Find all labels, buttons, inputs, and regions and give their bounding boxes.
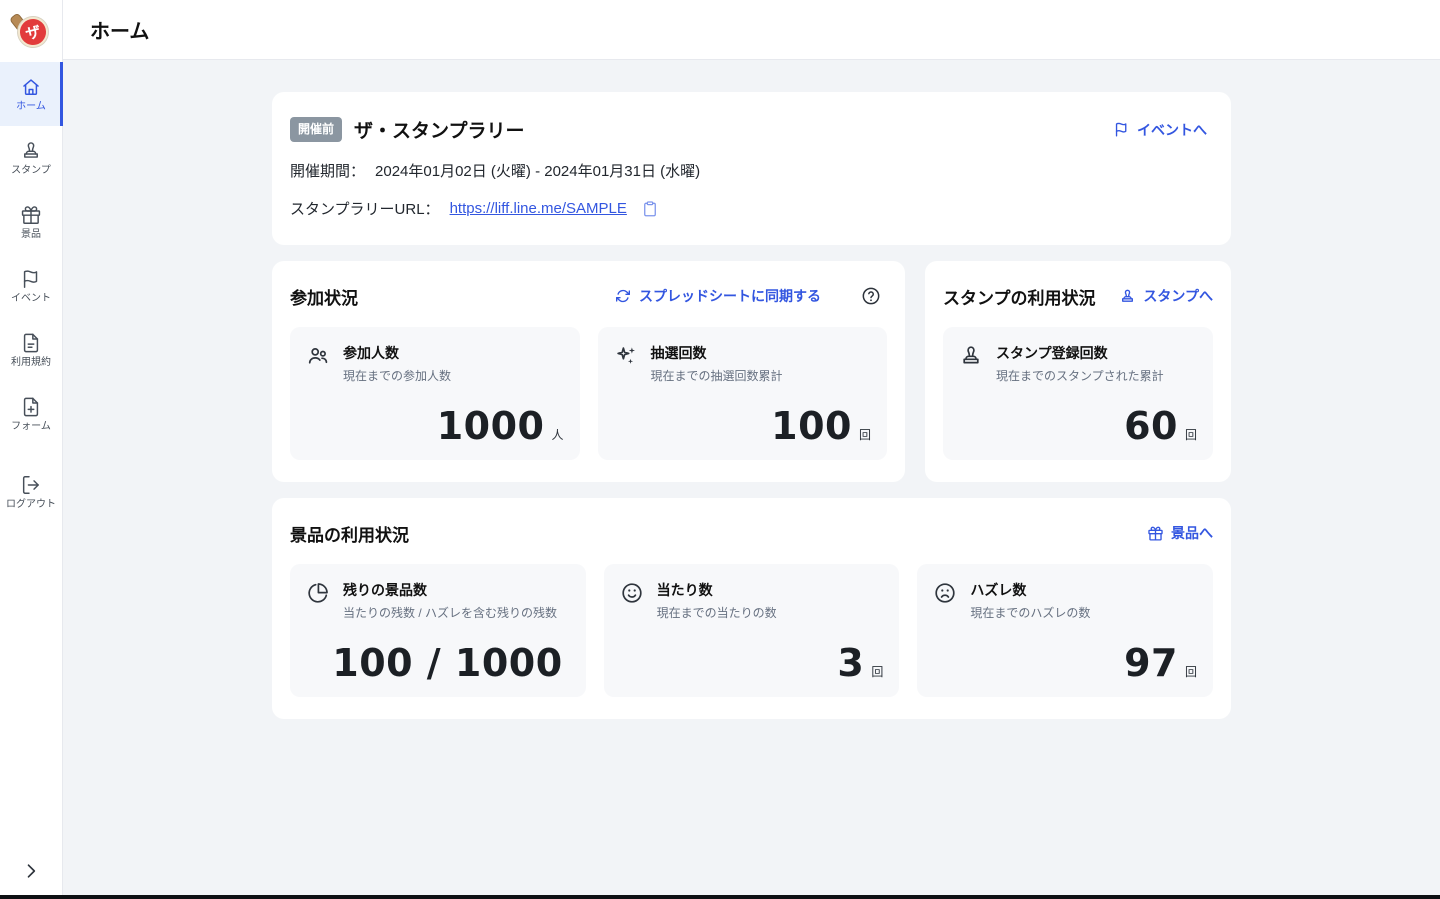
chevron-right-icon (21, 861, 41, 881)
main-column: ホーム 開催前 ザ・スタンプラリー イベントへ 開催期間： (63, 0, 1440, 899)
event-url-label: スタンプラリーURL： (290, 198, 440, 219)
sync-icon (615, 288, 631, 304)
stat-value: 3回 (620, 641, 884, 685)
stat-tile-wins: 当たり数 現在までの当たりの数 3回 (604, 564, 900, 697)
clipboard-icon (641, 200, 659, 218)
stat-tile-losses: ハズレ数 現在までのハズレの数 97回 (917, 564, 1213, 697)
go-to-stamp-label: スタンプへ (1143, 286, 1213, 306)
prize-usage-card: 景品の利用状況 景品へ 残りの景品数 当たりの残数 (272, 498, 1231, 719)
stamp-icon (1119, 288, 1136, 305)
event-period-value: 2024年01月02日 (火曜) - 2024年01月31日 (水曜) (375, 160, 700, 181)
document-plus-icon (20, 396, 42, 418)
stat-title: 抽選回数 (651, 343, 783, 363)
stat-subtitle: 現在までの抽選回数累計 (651, 367, 783, 384)
sidebar-item-label: ログアウト (6, 500, 56, 510)
sidebar-item-form[interactable]: フォーム (0, 382, 62, 446)
sidebar-item-label: イベント (11, 294, 51, 304)
stamp-icon (20, 140, 42, 162)
stamp-logo-icon: ザ (12, 11, 50, 49)
sidebar-item-terms[interactable]: 利用規約 (0, 318, 62, 382)
help-button[interactable] (861, 286, 881, 306)
sidebar-nav: ホーム スタンプ 景品 イベント 利用規約 フォーム (0, 62, 62, 524)
event-title: ザ・スタンプラリー (354, 116, 524, 143)
prize-usage-title: 景品の利用状況 (290, 521, 409, 546)
stat-value: 100 / 1000 (306, 641, 570, 685)
sidebar-item-home[interactable]: ホーム (0, 62, 62, 126)
document-icon (20, 332, 42, 354)
sync-spreadsheet-label: スプレッドシートに同期する (639, 286, 821, 306)
event-summary-card: 開催前 ザ・スタンプラリー イベントへ 開催期間： 2024年01月02日 (火… (272, 92, 1231, 245)
stat-value: 97回 (933, 641, 1197, 685)
smile-icon (620, 581, 644, 621)
stat-subtitle: 現在までの当たりの数 (657, 604, 777, 621)
sidebar: ザ ホーム スタンプ 景品 イベント 利用規約 (0, 0, 63, 899)
stat-tile-stamps: スタンプ登録回数 現在までのスタンプされた累計 60回 (943, 327, 1213, 460)
stamp-usage-title: スタンプの利用状況 (943, 284, 1096, 309)
gift-icon (1147, 525, 1164, 542)
go-to-event-label: イベントへ (1137, 120, 1207, 140)
stat-subtitle: 現在までのハズレの数 (970, 604, 1090, 621)
event-period-label: 開催期間： (290, 160, 365, 181)
sidebar-expand-button[interactable] (17, 857, 45, 885)
participation-card: 参加状況 スプレッドシートに同期する (272, 261, 905, 482)
stat-title: ハズレ数 (970, 580, 1090, 600)
users-icon (306, 344, 330, 384)
gift-icon (20, 204, 42, 226)
pie-chart-icon (306, 581, 330, 621)
stat-title: 残りの景品数 (343, 580, 557, 600)
go-to-prize-link[interactable]: 景品へ (1147, 523, 1213, 543)
sidebar-item-label: ホーム (16, 102, 46, 112)
app-window: ザ ホーム スタンプ 景品 イベント 利用規約 (0, 0, 1440, 899)
stat-subtitle: 当たりの残数 / ハズレを含む残りの残数 (343, 604, 557, 621)
app-logo: ザ (0, 0, 62, 60)
stat-subtitle: 現在までのスタンプされた累計 (996, 367, 1164, 384)
window-bottom-edge (0, 895, 1440, 899)
stat-value: 60回 (959, 404, 1197, 448)
stamp-rally-url-link[interactable]: https://liff.line.me/SAMPLE (450, 200, 627, 217)
stat-tile-participants: 参加人数 現在までの参加人数 1000人 (290, 327, 580, 460)
stat-value: 100回 (614, 404, 872, 448)
stat-title: 参加人数 (343, 343, 451, 363)
sparkles-icon (614, 344, 638, 384)
stat-title: 当たり数 (657, 580, 777, 600)
sidebar-item-logout[interactable]: ログアウト (0, 460, 62, 524)
go-to-event-link[interactable]: イベントへ (1113, 120, 1207, 140)
question-circle-icon (861, 286, 881, 306)
stat-subtitle: 現在までの参加人数 (343, 367, 451, 384)
stat-tile-remaining-prizes: 残りの景品数 当たりの残数 / ハズレを含む残りの残数 100 / 1000 (290, 564, 586, 697)
stamp-usage-card: スタンプの利用状況 スタンプへ スタンプ登 (925, 261, 1231, 482)
event-status-badge: 開催前 (290, 117, 342, 141)
participation-title: 参加状況 (290, 284, 358, 309)
sync-spreadsheet-link[interactable]: スプレッドシートに同期する (615, 286, 821, 306)
sidebar-item-label: スタンプ (11, 166, 51, 176)
flag-icon (20, 268, 42, 290)
sidebar-item-stamp[interactable]: スタンプ (0, 126, 62, 190)
frown-icon (933, 581, 957, 621)
sidebar-item-event[interactable]: イベント (0, 254, 62, 318)
sidebar-item-prize[interactable]: 景品 (0, 190, 62, 254)
page-title: ホーム (90, 15, 149, 44)
go-to-prize-label: 景品へ (1171, 523, 1213, 543)
flag-icon (1113, 121, 1130, 138)
top-header: ホーム (63, 0, 1440, 60)
logout-icon (20, 474, 42, 496)
stamp-icon (959, 344, 983, 384)
stat-title: スタンプ登録回数 (996, 343, 1164, 363)
sidebar-item-label: 利用規約 (11, 358, 51, 368)
go-to-stamp-link[interactable]: スタンプへ (1119, 286, 1213, 306)
stat-tile-draws: 抽選回数 現在までの抽選回数累計 100回 (598, 327, 888, 460)
main-content[interactable]: 開催前 ザ・スタンプラリー イベントへ 開催期間： 2024年01月02日 (火… (63, 60, 1440, 899)
stat-value: 1000人 (306, 404, 564, 448)
sidebar-item-label: 景品 (21, 230, 41, 240)
home-icon (20, 76, 42, 98)
sidebar-item-label: フォーム (11, 422, 51, 432)
copy-url-button[interactable] (641, 200, 659, 218)
